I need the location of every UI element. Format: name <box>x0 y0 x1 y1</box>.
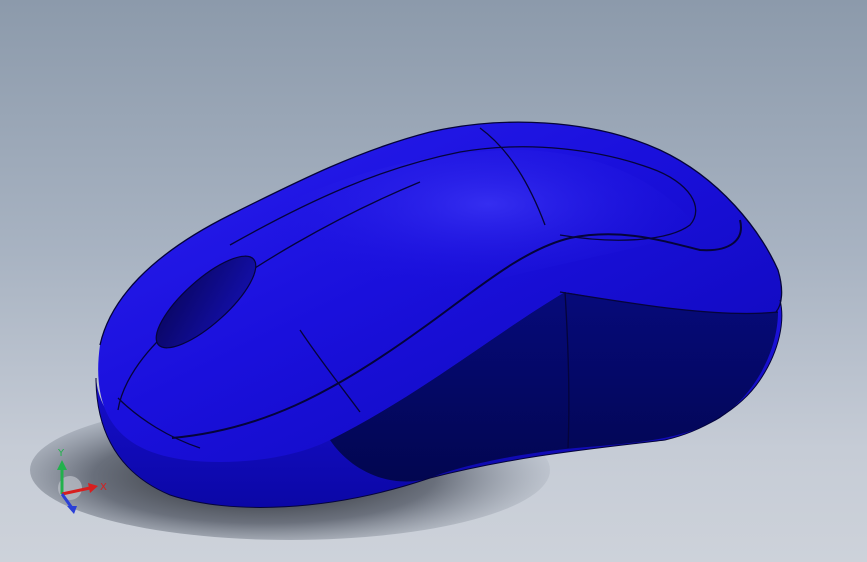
y-axis-label: Y <box>57 448 65 459</box>
x-axis-arrow <box>88 483 98 493</box>
model-view[interactable] <box>0 0 867 562</box>
z-axis-arrow <box>67 506 77 514</box>
y-axis-arrow <box>57 460 67 470</box>
orientation-triad[interactable]: Y X <box>48 444 118 518</box>
graphics-viewport[interactable]: Y X <box>0 0 867 562</box>
x-axis-label: X <box>100 482 107 493</box>
